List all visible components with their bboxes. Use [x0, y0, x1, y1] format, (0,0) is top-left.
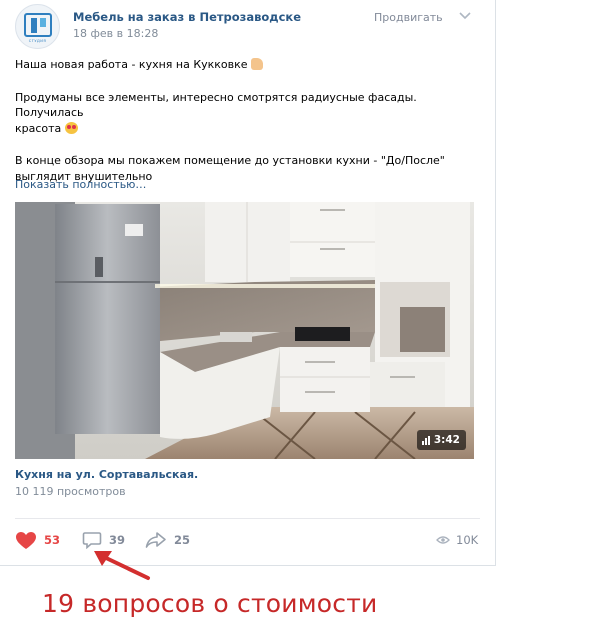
post-text-line: Продуманы все элементы, интересно смотря… [15, 90, 417, 120]
like-button[interactable]: 53 [15, 530, 60, 550]
studio-logo-icon [23, 12, 52, 37]
video-views: 10 119 просмотров [15, 485, 126, 498]
post-text-line: В конце обзора мы покажем помещение до у… [15, 154, 445, 167]
show-more-link[interactable]: Показать полностью… [15, 178, 146, 191]
eye-icon [436, 536, 450, 544]
annotation-caption: 19 вопросов о стоимости [42, 589, 378, 618]
post-date[interactable]: 18 фев в 18:28 [73, 27, 158, 40]
post-text-line: Наша новая работа - кухня на Кукковке [15, 58, 248, 71]
community-avatar[interactable]: СТУДИЯ [15, 4, 60, 49]
chevron-down-icon[interactable] [458, 11, 472, 21]
comment-button[interactable]: 39 [82, 530, 125, 550]
video-thumbnail[interactable]: 3:42 [15, 202, 474, 459]
kitchen-photo [15, 202, 474, 459]
post-text: Наша новая работа - кухня на Кукковке Пр… [15, 57, 475, 184]
heart-eyes-emoji-icon [64, 121, 78, 134]
video-duration-badge: 3:42 [416, 430, 466, 450]
comment-icon [82, 532, 102, 549]
video-bars-icon [421, 435, 430, 445]
red-arrow-icon [94, 551, 150, 580]
post-text-line: красота [15, 121, 62, 135]
views-count: 10K [456, 533, 479, 547]
share-button[interactable]: 25 [145, 530, 190, 550]
share-count: 25 [174, 533, 191, 547]
share-icon [145, 532, 166, 548]
video-title[interactable]: Кухня на ул. Сортавальская. [15, 468, 198, 481]
author-name[interactable]: Мебель на заказ в Петрозаводске [73, 10, 301, 24]
logo-caption: СТУДИЯ [28, 38, 47, 43]
views-counter: 10K [436, 530, 478, 550]
comment-count: 39 [109, 533, 126, 547]
post-card: СТУДИЯ Мебель на заказ в Петрозаводске 1… [0, 0, 496, 566]
promote-button[interactable]: Продвигать [374, 11, 443, 24]
divider [15, 518, 480, 519]
thumbs-up-icon [251, 58, 264, 70]
video-duration: 3:42 [433, 434, 460, 446]
heart-icon [16, 531, 36, 549]
like-count: 53 [44, 533, 61, 547]
